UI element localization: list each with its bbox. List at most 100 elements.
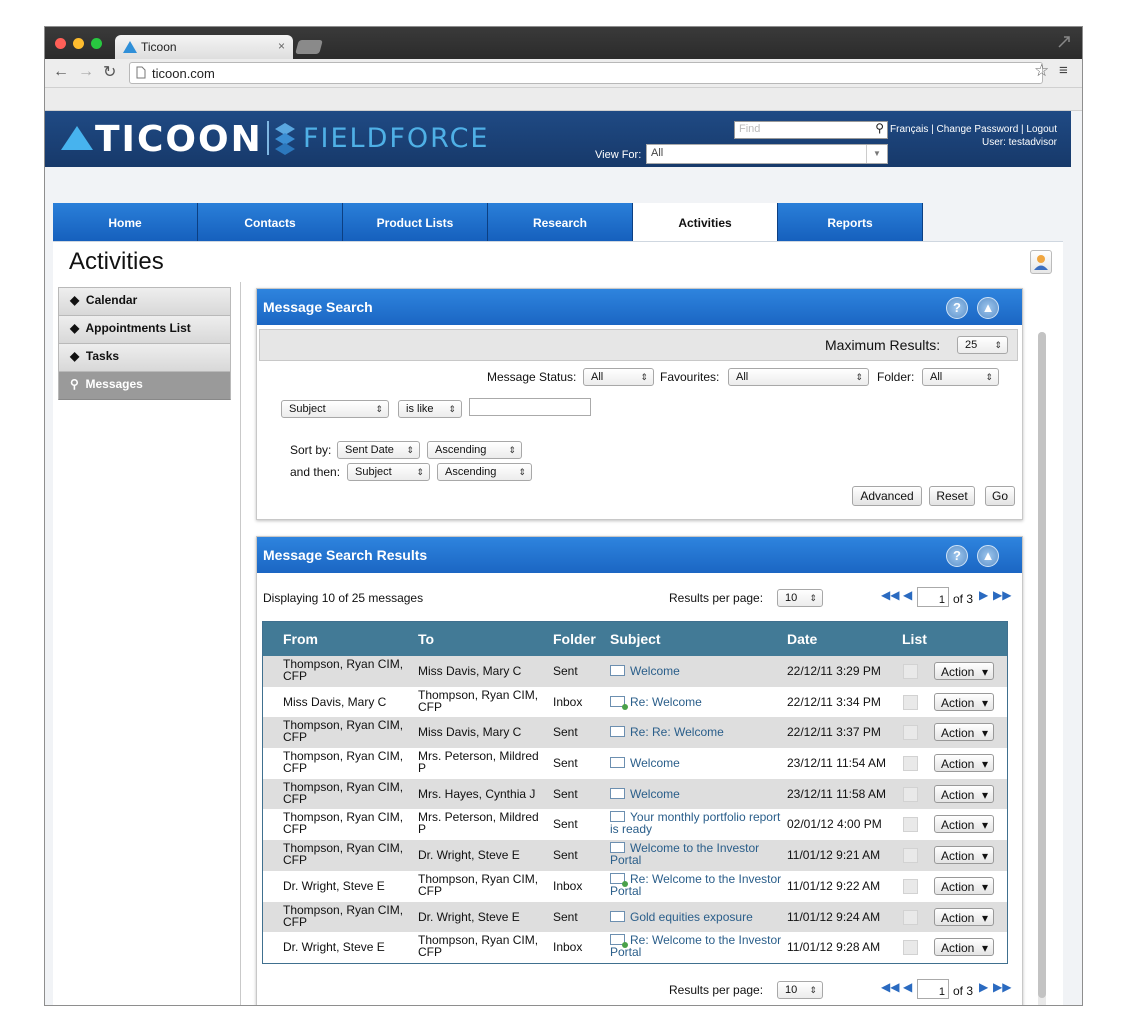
search-text-input[interactable] [469,398,591,416]
cell-subject[interactable]: Gold equities exposure [610,910,790,924]
list-checkbox[interactable] [903,909,918,925]
help-icon[interactable]: ? [946,297,968,319]
prev-page-icon[interactable]: ◀ [903,588,912,602]
search-icon[interactable]: ⚲ [875,121,884,135]
page-number-input[interactable]: 1 [917,587,949,607]
action-button[interactable]: Action ▾ [934,662,994,680]
cell-subject[interactable]: Re: Welcome to the Investor Portal [610,934,790,958]
folder-select[interactable]: All ⇕ [922,368,999,386]
table-row[interactable]: Thompson, Ryan CIM, CFP Mrs. Peterson, Mi… [263,809,1007,840]
scrollbar-thumb[interactable] [1038,332,1046,998]
table-row[interactable]: Thompson, Ryan CIM, CFP Mrs. Hayes, Cynth… [263,778,1007,810]
tab-close-icon[interactable]: × [278,39,285,53]
search-operator-select[interactable]: is like ⇕ [398,400,462,418]
list-checkbox[interactable] [903,817,918,833]
address-bar[interactable]: ticoon.com [129,62,1043,84]
back-arrow-icon[interactable]: ← [53,63,69,81]
account-links[interactable]: Français | Change Password | Logout [890,123,1057,136]
browser-tab[interactable]: Ticoon × [115,35,293,59]
column-header-to[interactable]: To [418,631,434,647]
find-input[interactable]: Find ⚲ [734,121,888,139]
sort1-field-select[interactable]: Sent Date ⇕ [337,441,420,459]
action-button[interactable]: Action ▾ [934,692,994,711]
reset-button[interactable]: Reset [929,486,975,506]
last-page-icon[interactable]: ▶▶ [993,588,1011,602]
cell-subject[interactable]: Your monthly portfolio report is ready [610,811,790,835]
max-results-select[interactable]: 25 ⇕ [957,336,1008,354]
subject-link[interactable]: Your monthly portfolio report is ready [610,810,780,836]
action-button[interactable]: Action ▾ [934,938,994,957]
subject-link[interactable]: Re: Welcome to the Investor Portal [610,933,781,959]
tab-activities[interactable]: Activities [633,203,778,241]
subject-link[interactable]: Gold equities exposure [630,910,753,924]
subject-link[interactable]: Welcome [630,664,680,678]
scrollbar-track[interactable] [1038,332,1046,1005]
tab-research[interactable]: Research [488,203,633,241]
action-button[interactable]: Action ▾ [934,846,994,865]
action-button[interactable]: Action ▾ [934,784,994,803]
action-button[interactable]: Action ▾ [934,876,994,895]
search-field-select[interactable]: Subject ⇕ [281,400,389,418]
help-icon[interactable]: ? [946,545,968,567]
sidebar-item-messages[interactable]: ⚲ Messages [58,371,231,400]
tab-reports[interactable]: Reports [778,203,923,241]
list-checkbox[interactable] [903,848,918,864]
subject-link[interactable]: Re: Welcome to the Investor Portal [610,872,781,898]
results-per-page-select[interactable]: 10 ⇕ [777,981,823,999]
subject-link[interactable]: Welcome [630,756,680,770]
next-page-icon[interactable]: ▶ [979,588,988,602]
list-checkbox[interactable] [903,940,918,956]
table-row[interactable]: Thompson, Ryan CIM, CFP Miss Davis, Mary … [263,656,1007,687]
table-row[interactable]: Miss Davis, Mary C Thompson, Ryan CIM, CF… [263,687,1007,718]
list-checkbox[interactable] [903,694,918,710]
zoom-window-icon[interactable] [91,38,102,49]
subject-link[interactable]: Re: Re: Welcome [630,725,724,739]
table-row[interactable]: Thompson, Ryan CIM, CFP Mrs. Peterson, Mi… [263,748,1007,779]
sort2-direction-select[interactable]: Ascending ⇕ [437,463,532,481]
page-number-input[interactable]: 1 [917,979,949,999]
subject-link[interactable]: Welcome to the Investor Portal [610,841,759,867]
next-page-icon[interactable]: ▶ [979,980,988,994]
advanced-button[interactable]: Advanced [852,486,922,506]
last-page-icon[interactable]: ▶▶ [993,980,1011,994]
table-row[interactable]: Thompson, Ryan CIM, CFP Miss Davis, Mary … [263,717,1007,749]
cell-subject[interactable]: Welcome to the Investor Portal [610,842,790,866]
cell-subject[interactable]: Re: Re: Welcome [610,726,790,738]
table-row[interactable]: Dr. Wright, Steve E Thompson, Ryan CIM, C… [263,871,1007,902]
fullscreen-icon[interactable] [1057,35,1071,49]
forward-arrow-icon[interactable]: → [78,63,94,81]
message-status-select[interactable]: All ⇕ [583,368,654,386]
action-button[interactable]: Action ▾ [934,723,994,742]
table-row[interactable]: Thompson, Ryan CIM, CFP Dr. Wright, Steve… [263,901,1007,933]
reload-icon[interactable]: ↻ [103,62,116,82]
column-header-subject[interactable]: Subject [610,631,661,647]
cell-subject[interactable]: Welcome [610,757,790,769]
close-window-icon[interactable] [55,38,66,49]
new-tab-button[interactable] [295,40,323,54]
action-button[interactable]: Action ▾ [934,907,994,926]
column-header-from[interactable]: From [283,631,318,647]
first-page-icon[interactable]: ◀◀ [881,980,899,994]
list-checkbox[interactable] [903,786,918,802]
tab-product-lists[interactable]: Product Lists [343,203,488,241]
action-button[interactable]: Action ▾ [934,754,994,773]
results-per-page-select[interactable]: 10 ⇕ [777,589,823,607]
user-profile-button[interactable] [1030,250,1052,274]
subject-link[interactable]: Re: Welcome [630,695,702,709]
action-button[interactable]: Action ▾ [934,815,994,834]
cell-subject[interactable]: Welcome [610,787,790,801]
column-header-date[interactable]: Date [787,631,817,647]
subject-link[interactable]: Welcome [630,787,680,801]
sort2-field-select[interactable]: Subject ⇕ [347,463,430,481]
list-checkbox[interactable] [903,664,918,679]
sidebar-item-appointments[interactable]: ◆ Appointments List [58,315,231,343]
cell-subject[interactable]: Re: Welcome to the Investor Portal [610,872,790,898]
prev-page-icon[interactable]: ◀ [903,980,912,994]
column-header-list[interactable]: List [902,631,927,647]
first-page-icon[interactable]: ◀◀ [881,588,899,602]
table-row[interactable]: Thompson, Ryan CIM, CFP Dr. Wright, Steve… [263,840,1007,871]
favourites-select[interactable]: All ⇕ [728,368,869,386]
cell-subject[interactable]: Welcome [610,665,790,677]
sidebar-item-tasks[interactable]: ◆ Tasks [58,343,231,371]
menu-icon[interactable]: ≡ [1059,62,1068,79]
